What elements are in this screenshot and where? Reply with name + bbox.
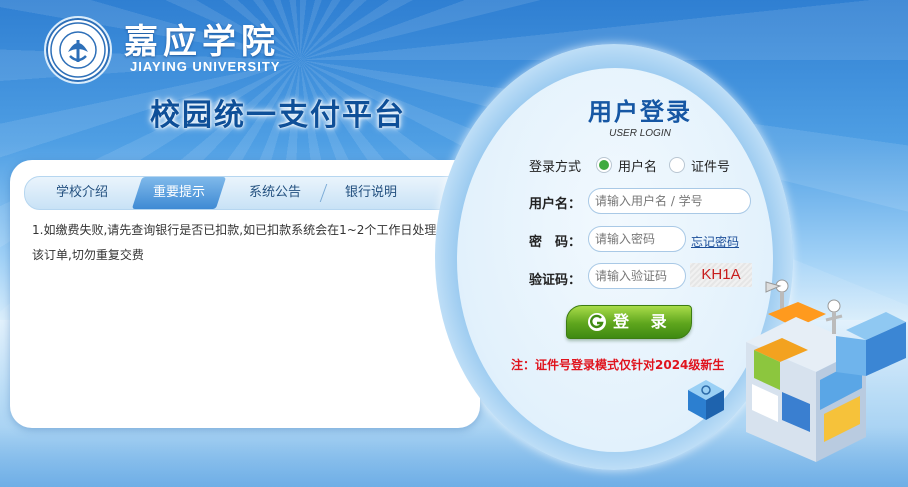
login-button[interactable]: 登 录 [566, 305, 692, 339]
school-name-english: JIAYING UNIVERSITY [130, 59, 281, 74]
login-subtitle: USER LOGIN [609, 128, 671, 139]
tab-system-announcement[interactable]: 系统公告 [235, 177, 315, 209]
tab-separator [319, 184, 328, 202]
university-emblem-icon [44, 16, 112, 84]
password-input[interactable] [588, 226, 686, 252]
forgot-password-link[interactable]: 忘记密码 [691, 233, 739, 250]
radio-username-label: 用户名 [618, 160, 658, 175]
radio-id-number-label: 证件号 [691, 160, 731, 175]
radio-id-number[interactable] [669, 157, 685, 173]
username-label: 用户名： [529, 197, 582, 212]
login-mode-label: 登录方式 [529, 160, 582, 175]
password-label: 密 码： [529, 235, 582, 250]
info-panel: 学校介绍 重要提示 系统公告 银行说明 1.如缴费失败,请先查询银行是否已扣款,… [10, 160, 480, 428]
notice-text: 1.如缴费失败,请先查询银行是否已扣款,如已扣款系统会在1~2个工作日处理该订单… [32, 223, 437, 262]
cube-illustration-icon [688, 279, 906, 462]
standing-figure-icon [825, 299, 843, 334]
login-arrow-icon [588, 313, 606, 331]
cube-stack [746, 312, 906, 462]
radio-username[interactable] [596, 157, 612, 173]
captcha-label: 验证码： [529, 273, 582, 288]
tab-important-notice[interactable]: 重要提示 [131, 177, 227, 209]
platform-title: 校园统一支付平台 [150, 98, 406, 133]
username-input[interactable] [588, 188, 751, 214]
login-title: 用户登录 [588, 98, 692, 126]
tab-school-intro[interactable]: 学校介绍 [41, 177, 123, 209]
school-name: 嘉应学院 [124, 22, 280, 62]
email-cube-icon [688, 380, 724, 420]
tab-bank-instructions[interactable]: 银行说明 [331, 177, 411, 209]
login-button-label: 登 录 [613, 312, 675, 331]
captcha-input[interactable] [588, 263, 686, 289]
tab-bar: 学校介绍 重要提示 系统公告 银行说明 [24, 176, 466, 210]
